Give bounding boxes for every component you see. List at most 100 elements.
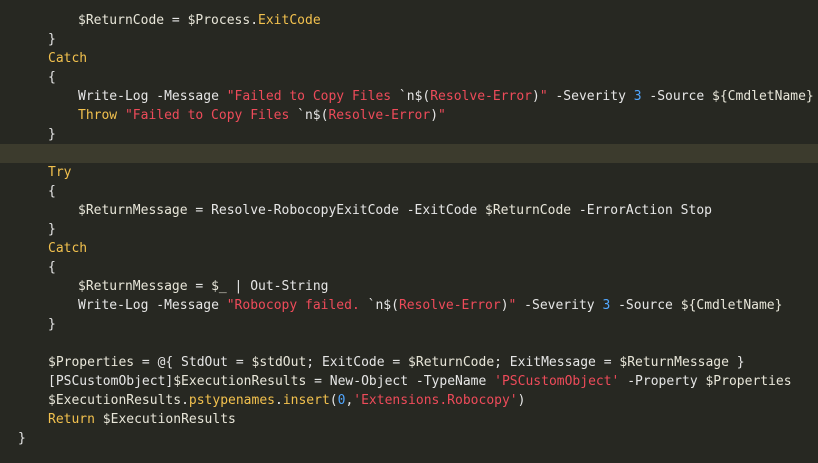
code-token: "Failed to Copy Files — [124, 108, 298, 123]
code-token: $ReturnMessage — [78, 279, 188, 294]
code-line-text: Write-Log -Message "Failed to Copy Files… — [0, 87, 814, 106]
code-line[interactable]: { — [0, 258, 818, 277]
code-token: } — [48, 222, 56, 237]
code-token: $ReturnCode — [408, 355, 495, 370]
code-token: } — [48, 317, 56, 332]
code-token: { — [48, 184, 56, 199]
code-token: $ReturnMessage — [78, 203, 188, 218]
code-token: -Source — [610, 298, 681, 313]
code-token: } — [728, 355, 745, 370]
code-token: . — [250, 13, 259, 28]
code-line[interactable]: { — [0, 68, 818, 87]
code-line-text: } — [0, 429, 26, 448]
code-token: Out-String — [250, 279, 329, 294]
code-token: Resolve-Error — [430, 89, 532, 104]
code-token: `n$( — [297, 108, 329, 123]
code-token: "Failed to Copy Files — [226, 89, 399, 104]
code-token: " — [539, 89, 548, 104]
code-line-text: $Properties = @{ StdOut = $stdOut; ExitC… — [0, 353, 745, 372]
code-line-text: } — [0, 30, 56, 49]
code-line[interactable]: Write-Log -Message "Failed to Copy Files… — [0, 87, 818, 106]
code-token: $ExecutionResults — [48, 393, 182, 408]
code-token: $ExecutionResults — [102, 412, 236, 427]
code-line[interactable]: [PSCustomObject]$ExecutionResults = New-… — [0, 372, 818, 391]
code-line[interactable]: $ReturnCode = $Process.ExitCode — [0, 11, 818, 30]
code-token: ; ExitMessage = — [494, 355, 620, 370]
code-line[interactable]: } — [0, 220, 818, 239]
code-token: -Source — [641, 89, 713, 104]
code-token: $ReturnCode — [485, 203, 572, 218]
code-token: . — [181, 393, 189, 408]
code-line[interactable]: { — [0, 182, 818, 201]
code-line-text: $ReturnCode = $Process.ExitCode — [0, 11, 321, 30]
code-token: Write-Log — [78, 89, 149, 104]
code-line[interactable]: Catch — [0, 49, 818, 68]
code-token: [PSCustomObject] — [48, 374, 174, 389]
code-line-text: } — [0, 315, 56, 334]
code-line-text: $ExecutionResults.pstypenames.insert(0,'… — [0, 391, 525, 410]
code-line[interactable]: Throw "Failed to Copy Files `n$(Resolve-… — [0, 106, 818, 125]
code-token: Write-Log — [78, 298, 149, 313]
code-token: 'Extensions.Robocopy' — [353, 393, 518, 408]
code-token: } — [48, 32, 56, 47]
code-line[interactable]: $ReturnMessage = $_ | Out-String — [0, 277, 818, 296]
code-token: ${CmdletName} — [680, 298, 783, 313]
code-token: " — [438, 108, 446, 123]
code-token: Catch — [48, 241, 88, 256]
code-token: { — [48, 260, 56, 275]
code-line[interactable]: Write-Log -Message "Robocopy failed. `n$… — [0, 296, 818, 315]
code-token: . — [274, 393, 283, 408]
code-line-text: { — [0, 182, 56, 201]
code-token: } — [18, 431, 26, 446]
code-line[interactable]: $Properties = @{ StdOut = $stdOut; ExitC… — [0, 353, 818, 372]
code-token: Return — [48, 412, 95, 427]
code-line-text: { — [0, 258, 56, 277]
code-line[interactable]: $ExecutionResults.pstypenames.insert(0,'… — [0, 391, 818, 410]
code-line-text: } — [0, 125, 56, 144]
code-line-text: Catch — [0, 239, 87, 258]
code-line-text: { — [0, 68, 56, 87]
code-token: 'PSCustomObject' — [494, 374, 620, 389]
code-token: Resolve-Error — [398, 298, 501, 313]
code-token: = — [164, 13, 188, 28]
code-line[interactable]: } — [0, 125, 818, 144]
code-token: $Process — [187, 13, 251, 28]
code-token: Catch — [48, 51, 88, 66]
code-token: Resolve-Error — [328, 108, 431, 123]
code-token: -Message — [148, 89, 227, 104]
code-line[interactable]: } — [0, 30, 818, 49]
code-token: -TypeName — [408, 374, 495, 389]
current-line[interactable] — [0, 144, 818, 163]
code-line[interactable] — [0, 334, 818, 353]
code-line[interactable]: Catch — [0, 239, 818, 258]
code-token: = — [306, 374, 330, 389]
code-token: { — [48, 70, 56, 85]
code-token: $ExecutionResults — [173, 374, 307, 389]
code-token: $stdOut — [251, 355, 307, 370]
code-token: Resolve-RobocopyExitCode — [211, 203, 399, 218]
code-line[interactable]: $ReturnMessage = Resolve-RobocopyExitCod… — [0, 201, 818, 220]
code-token: = @{ StdOut = — [134, 355, 252, 370]
code-token: ( — [329, 393, 338, 408]
code-line-text: Throw "Failed to Copy Files `n$(Resolve-… — [0, 106, 446, 125]
code-line-text: $ReturnMessage = Resolve-RobocopyExitCod… — [0, 201, 712, 220]
code-line[interactable]: } — [0, 315, 818, 334]
code-token: `n$( — [398, 89, 431, 104]
code-token: "Robocopy failed. — [226, 298, 368, 313]
code-line-text: [PSCustomObject]$ExecutionResults = New-… — [0, 372, 792, 391]
code-token: -ExitCode — [398, 203, 485, 218]
code-line[interactable]: Return $ExecutionResults — [0, 410, 818, 429]
code-editor[interactable]: $ReturnCode = $Process.ExitCode} Catch { Wr… — [0, 0, 818, 463]
code-token: $_ — [211, 279, 227, 294]
code-token: -Severity — [547, 89, 634, 104]
code-token: | — [226, 279, 251, 294]
code-token: -Property — [619, 374, 706, 389]
code-token: `n$( — [367, 298, 399, 313]
code-token: insert — [282, 393, 330, 408]
code-token: pstypenames — [188, 393, 275, 408]
code-line[interactable]: } — [0, 429, 818, 448]
code-token: Throw — [78, 108, 118, 123]
code-line[interactable]: Try — [0, 163, 818, 182]
